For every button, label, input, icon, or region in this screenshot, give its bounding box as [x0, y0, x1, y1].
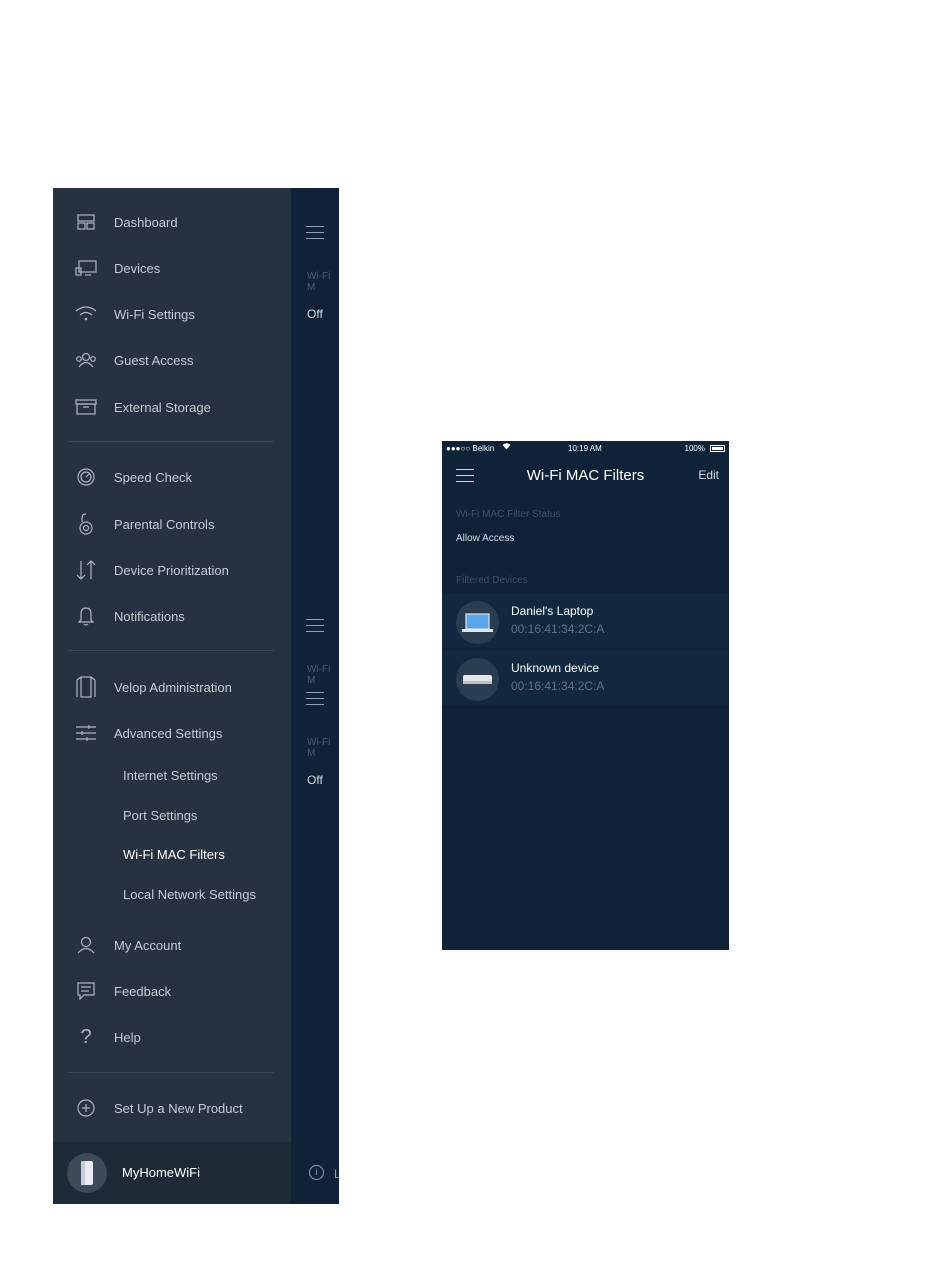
priority-arrows-icon: [75, 559, 97, 581]
menu-item-label: Advanced Settings: [114, 725, 223, 741]
speedometer-icon: [75, 466, 97, 488]
wifi-icon: [75, 303, 97, 325]
hamburger-icon[interactable]: [306, 692, 324, 705]
menu-item-dashboard[interactable]: Dashboard: [53, 202, 291, 242]
device-mac-address: 00:16:41:34:2C:A: [511, 679, 605, 693]
menu-divider: [68, 441, 274, 442]
menu-item-label: Parental Controls: [114, 516, 215, 532]
menu-item-feedback[interactable]: Feedback: [53, 971, 291, 1011]
device-row[interactable]: Unknown device 00:16:41:34:2C:A: [442, 651, 729, 705]
menu-item-velop-administration[interactable]: Velop Administration: [53, 667, 291, 707]
menu-item-label: Device Prioritization: [114, 562, 229, 578]
menu-item-devices[interactable]: Devices: [53, 248, 291, 288]
device-name: Unknown device: [511, 661, 600, 675]
status-time: 10:19 AM: [568, 444, 602, 453]
menu-item-wifi-settings[interactable]: Wi-Fi Settings: [53, 294, 291, 334]
submenu-item-port-settings[interactable]: Port Settings: [123, 808, 197, 823]
unknown-device-icon: [456, 658, 499, 701]
background-value: Off: [307, 773, 323, 787]
background-value: Off: [307, 307, 323, 321]
menu-item-external-storage[interactable]: External Storage: [53, 387, 291, 427]
submenu-item-wifi-mac-filters[interactable]: Wi-Fi MAC Filters: [123, 847, 225, 862]
submenu-item-local-network-settings[interactable]: Local Network Settings: [123, 887, 256, 902]
sliders-icon: [75, 722, 97, 744]
page-title: Wi-Fi MAC Filters: [526, 467, 645, 484]
menu-item-help[interactable]: ? Help: [53, 1017, 291, 1057]
menu-item-label: Speed Check: [114, 469, 193, 485]
menu-phone-screen: Wi-Fi M Off Wi-Fi M Wi-Fi M Off i L Dash…: [53, 188, 339, 1204]
wifi-mac-filters-screen: ●●●○○ Belkin 10:19 AM 100% Wi-Fi MAC Fil…: [442, 441, 729, 950]
speech-bubble-icon: [75, 980, 97, 1002]
laptop-icon: [456, 601, 499, 644]
hamburger-icon[interactable]: [306, 619, 324, 632]
background-screen: Wi-Fi M Off Wi-Fi M Wi-Fi M Off i L: [291, 188, 339, 1204]
menu-divider: [68, 1072, 274, 1073]
velop-node-avatar: [67, 1153, 107, 1193]
menu-divider: [68, 650, 274, 651]
edit-button[interactable]: Edit: [698, 468, 719, 482]
menu-item-guest-access[interactable]: Guest Access: [53, 340, 291, 380]
menu-item-set-up-new-product[interactable]: Set Up a New Product: [53, 1088, 291, 1128]
parental-lock-icon: [75, 513, 97, 535]
devices-icon: [75, 257, 97, 279]
menu-item-label: Devices: [114, 260, 161, 276]
background-info-text: L: [334, 1167, 339, 1181]
background-label: Wi-Fi M: [307, 737, 331, 759]
navigation-drawer: Dashboard Devices Wi-Fi Settings Guest A…: [53, 188, 291, 1204]
storage-icon: [75, 396, 97, 418]
guest-access-icon: [75, 349, 97, 371]
menu-item-label: Guest Access: [114, 352, 194, 368]
hamburger-icon[interactable]: [306, 226, 324, 239]
menu-item-advanced-settings[interactable]: Advanced Settings: [53, 713, 291, 753]
background-label: Wi-Fi M: [307, 271, 331, 293]
menu-item-label: Velop Administration: [114, 679, 232, 695]
bell-icon: [75, 605, 97, 627]
velop-node-icon: [75, 676, 97, 698]
plus-circle-icon: [75, 1097, 97, 1119]
menu-item-parental-controls[interactable]: Parental Controls: [53, 504, 291, 544]
battery-icon: [710, 445, 725, 452]
menu-item-my-account[interactable]: My Account: [53, 925, 291, 965]
battery-percent: 100%: [684, 444, 705, 453]
background-label: Wi-Fi M: [307, 664, 331, 686]
menu-item-label: Dashboard: [114, 214, 178, 230]
filtered-devices-label: Filtered Devices: [456, 575, 528, 586]
network-name: MyHomeWiFi: [122, 1165, 200, 1180]
menu-item-label: Help: [114, 1029, 141, 1045]
submenu-item-internet-settings[interactable]: Internet Settings: [123, 768, 218, 783]
network-footer[interactable]: MyHomeWiFi: [53, 1142, 291, 1204]
filter-status-value[interactable]: Allow Access: [456, 533, 514, 544]
menu-item-label: Set Up a New Product: [114, 1100, 243, 1116]
device-name: Daniel's Laptop: [511, 604, 594, 618]
wifi-signal-icon: [502, 442, 511, 452]
menu-item-notifications[interactable]: Notifications: [53, 596, 291, 636]
menu-item-label: External Storage: [114, 399, 211, 415]
menu-item-label: Wi-Fi Settings: [114, 306, 195, 322]
filter-status-label: Wi-Fi MAC Filter Status: [456, 509, 561, 520]
carrier-signal: ●●●○○ Belkin: [446, 444, 495, 453]
device-row[interactable]: Daniel's Laptop 00:16:41:34:2C:A: [442, 594, 729, 648]
question-mark-icon: ?: [80, 1025, 92, 1048]
info-icon[interactable]: i: [309, 1165, 324, 1180]
person-icon: [75, 934, 97, 956]
menu-item-label: My Account: [114, 937, 182, 953]
menu-item-speed-check[interactable]: Speed Check: [53, 457, 291, 497]
menu-item-device-prioritization[interactable]: Device Prioritization: [53, 550, 291, 590]
device-mac-address: 00:16:41:34:2C:A: [511, 622, 605, 636]
menu-item-label: Feedback: [114, 983, 172, 999]
status-bar: ●●●○○ Belkin 10:19 AM 100%: [442, 441, 729, 457]
dashboard-icon: [75, 211, 97, 233]
menu-item-label: Notifications: [114, 608, 185, 624]
